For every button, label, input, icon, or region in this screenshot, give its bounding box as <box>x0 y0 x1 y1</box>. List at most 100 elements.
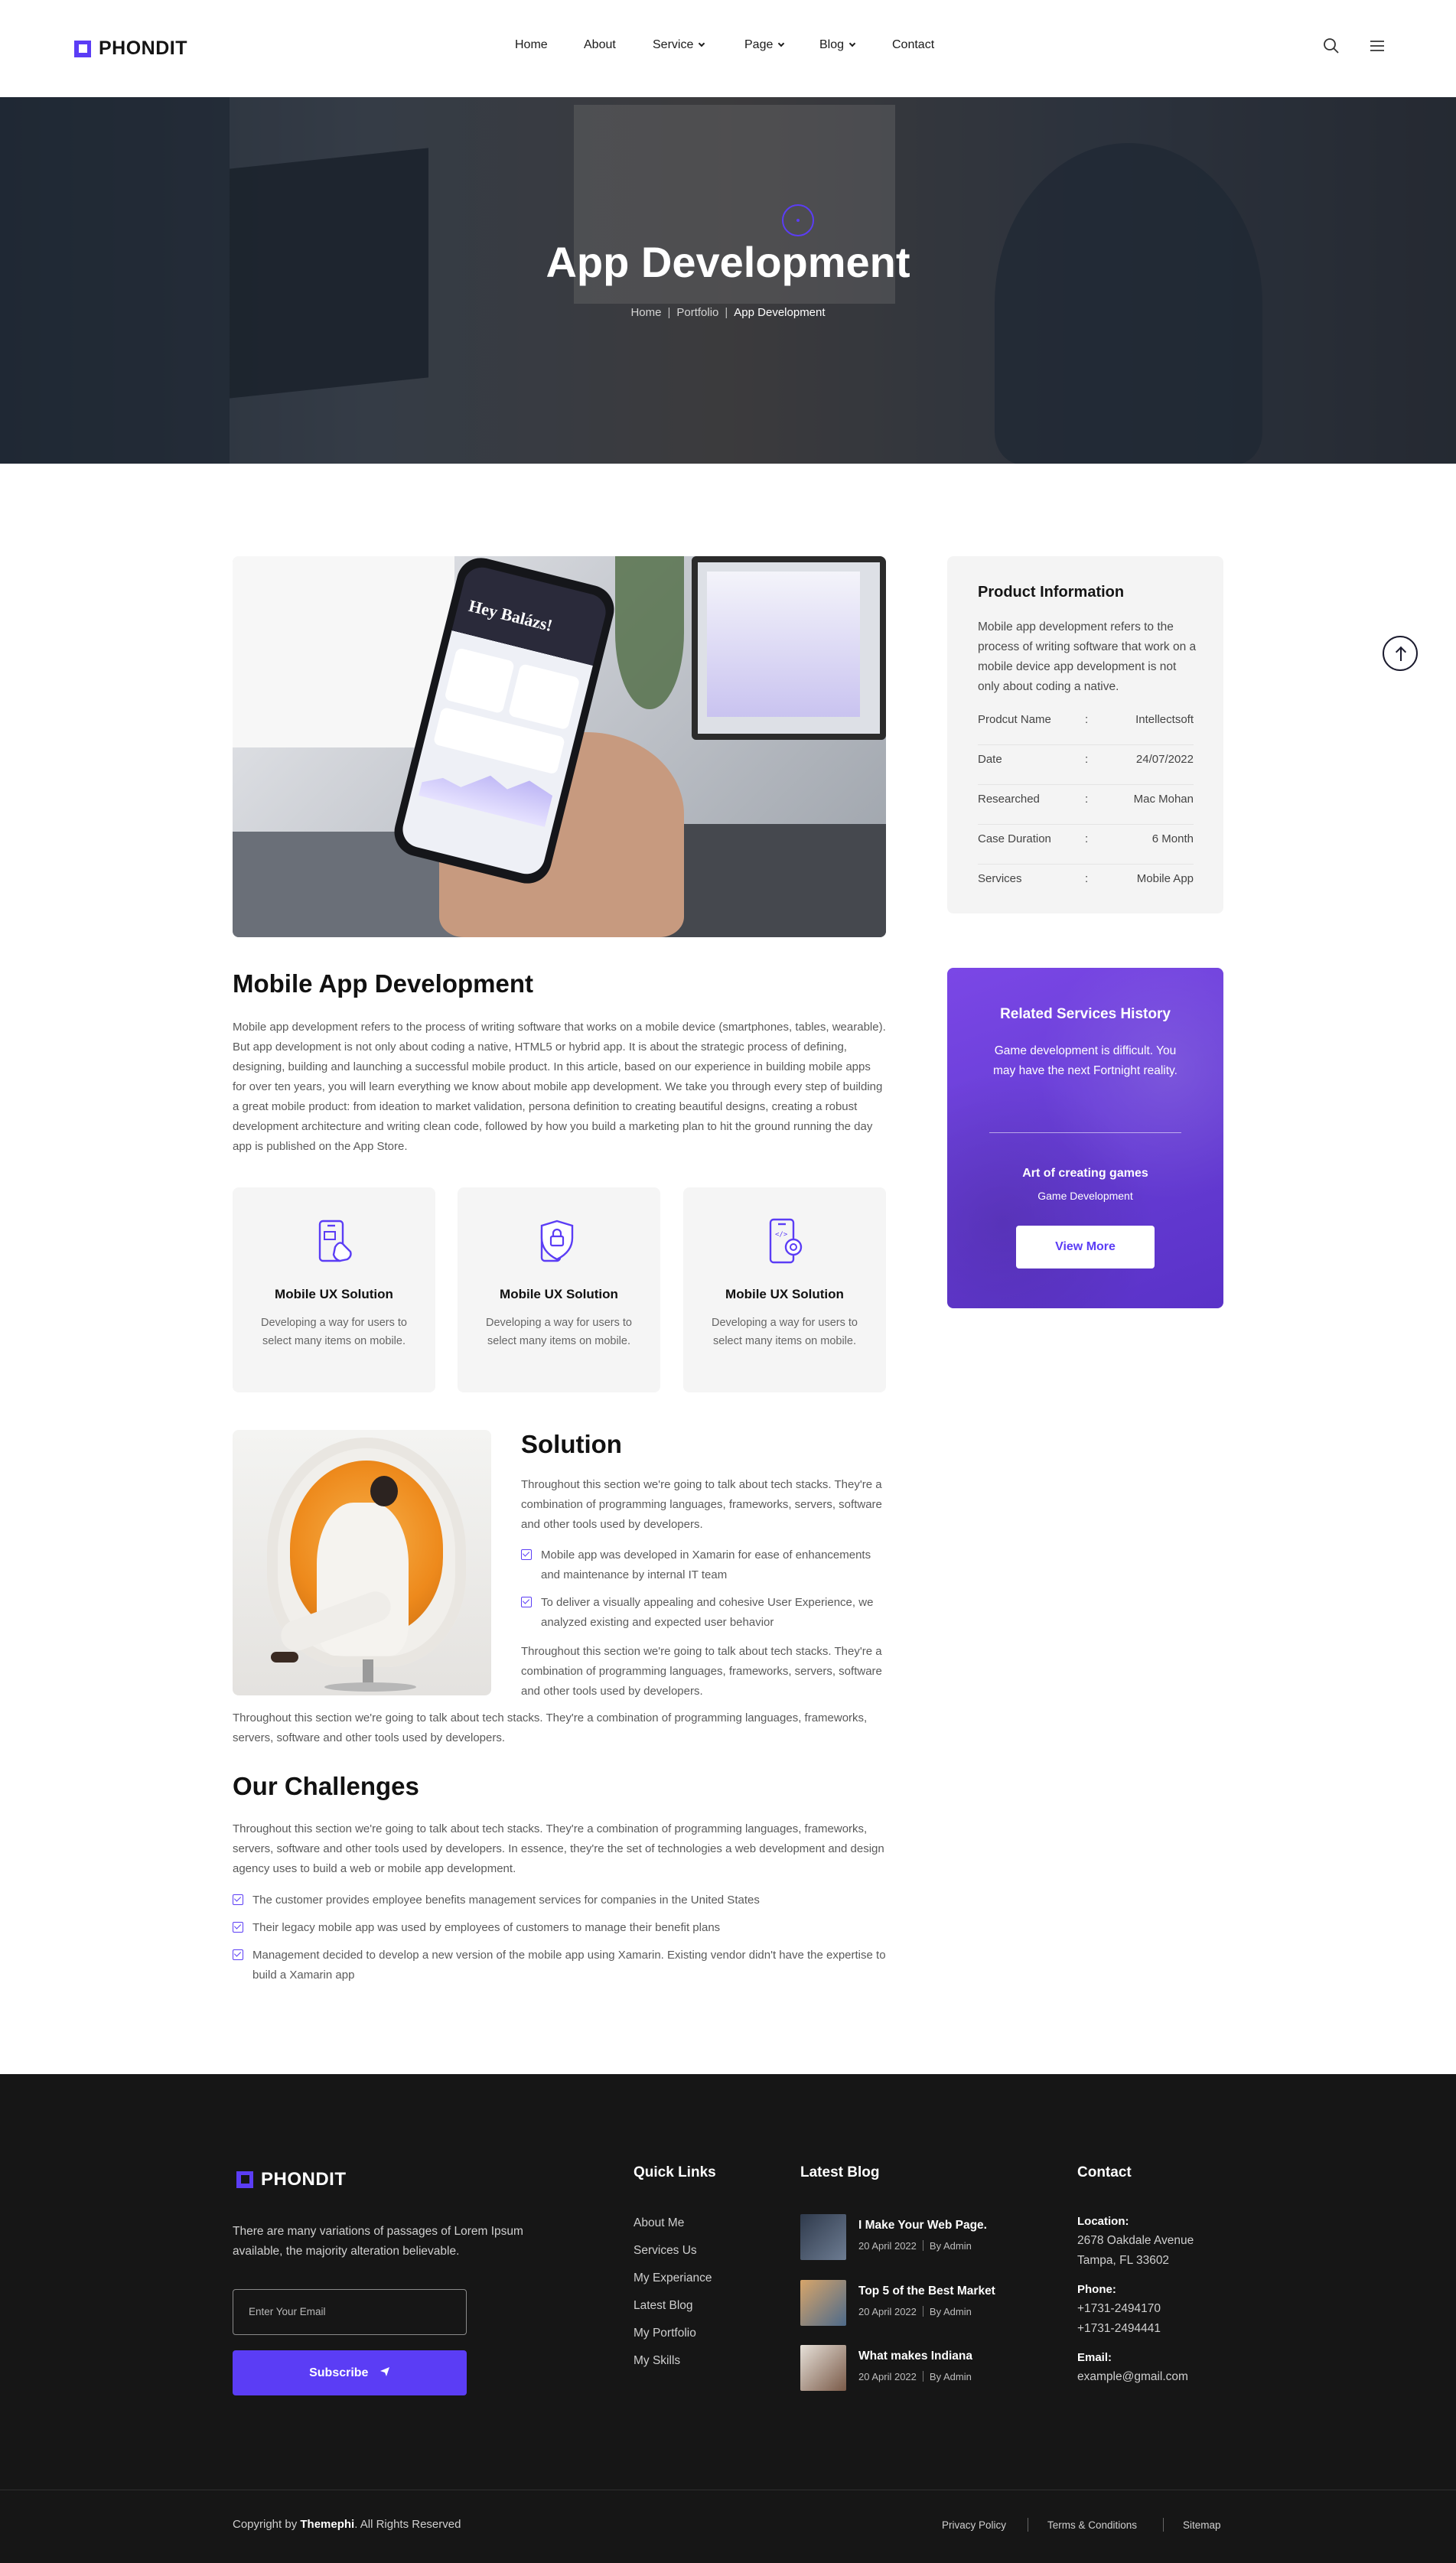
product-info-desc: Mobile app development refers to the pro… <box>978 620 1197 693</box>
info-value: Mobile App <box>1136 872 1194 885</box>
checkbox-icon <box>521 1549 532 1560</box>
mobile-shield-icon <box>540 1220 574 1262</box>
email-address[interactable]: example@gmail.com <box>1077 2367 1188 2387</box>
privacy-policy-link[interactable]: Privacy Policy <box>942 2519 1006 2531</box>
mobile-gear-icon: </> <box>769 1218 803 1264</box>
info-label: Services <box>978 872 1022 885</box>
info-sep: : <box>1085 713 1089 726</box>
scroll-to-top-button[interactable] <box>1383 636 1418 671</box>
footer-link-experience[interactable]: My Experiance <box>634 2272 712 2285</box>
view-more-button[interactable]: View More <box>1016 1226 1155 1268</box>
related-services-card: Related Services History Game developmen… <box>947 968 1223 1308</box>
sitemap-link[interactable]: Sitemap <box>1183 2519 1221 2531</box>
checkbox-icon <box>233 1894 243 1905</box>
info-sep: : <box>1085 793 1089 806</box>
svg-text:</>: </> <box>775 1231 788 1239</box>
footer-logo[interactable]: PHONDIT <box>236 2169 347 2190</box>
location-label: Location: <box>1077 2215 1129 2228</box>
nav-item-page[interactable]: Page <box>744 38 785 52</box>
footer-link-blog[interactable]: Latest Blog <box>634 2299 693 2313</box>
footer-link-services[interactable]: Services Us <box>634 2244 697 2258</box>
blog-thumbnail <box>800 2280 846 2326</box>
feature-title: Mobile UX Solution <box>275 1287 393 1301</box>
breadcrumb-separator: | <box>725 306 728 319</box>
search-icon[interactable] <box>1322 37 1340 55</box>
chevron-down-icon <box>699 40 705 47</box>
check-item: Management decided to develop a new vers… <box>233 1946 886 1985</box>
info-label: Date <box>978 753 1002 766</box>
nav-item-home[interactable]: Home <box>515 38 548 52</box>
blog-meta: 20 April 2022 By Admin <box>858 2240 972 2252</box>
mobile-app-paragraph: Mobile app development refers to the pro… <box>233 1021 886 1153</box>
hero-decor-circle-icon <box>782 204 814 236</box>
subscribe-button[interactable]: Subscribe <box>233 2350 467 2395</box>
copyright-suffix: . All Rights Reserved <box>354 2518 461 2531</box>
info-sep: : <box>1085 753 1089 766</box>
nav-item-about[interactable]: About <box>584 38 616 52</box>
blog-item[interactable]: Top 5 of the Best Market 20 April 2022 By… <box>800 2280 1015 2326</box>
related-subdesc: Game Development <box>1037 1190 1133 1202</box>
solution-paragraph: Throughout this section we're going to t… <box>521 1478 882 1531</box>
contact-title: Contact <box>1077 2164 1132 2180</box>
blog-title[interactable]: What makes Indiana <box>858 2350 972 2363</box>
phone-number[interactable]: +1731-2494170 <box>1077 2299 1161 2319</box>
copyright-prefix: Copyright by <box>233 2518 301 2531</box>
blog-author: By Admin <box>929 2240 972 2252</box>
footer-link-about[interactable]: About Me <box>634 2216 684 2230</box>
breadcrumb-home[interactable]: Home <box>630 306 661 319</box>
info-value: Mac Mohan <box>1133 793 1194 806</box>
nav-item-blog[interactable]: Blog <box>819 38 856 52</box>
check-item: Mobile app was developed in Xamarin for … <box>521 1545 886 1585</box>
subscribe-label: Subscribe <box>309 2366 369 2379</box>
newsletter-email-input[interactable]: Enter Your Email <box>233 2289 467 2335</box>
breadcrumb-portfolio[interactable]: Portfolio <box>676 306 718 319</box>
feature-card[interactable]: Mobile UX Solution Developing a way for … <box>233 1187 435 1392</box>
image-laptop-screen <box>707 572 860 717</box>
feature-desc: Developing a way for users to select man… <box>260 1317 407 1347</box>
blog-title[interactable]: I Make Your Web Page. <box>858 2219 987 2232</box>
brand-logo[interactable]: PHONDIT <box>74 37 187 60</box>
phone-number[interactable]: +1731-2494441 <box>1077 2319 1161 2339</box>
chevron-down-icon <box>849 40 856 47</box>
blog-item[interactable]: I Make Your Web Page. 20 April 2022 By Ad… <box>800 2214 1015 2260</box>
logo-icon <box>74 40 91 57</box>
related-desc: Game development is difficult. You may h… <box>993 1044 1178 1077</box>
site-header: PHONDIT Home About Service Page Blog Con… <box>0 0 1456 97</box>
breadcrumb: Home | Portfolio | App Development <box>0 306 1456 319</box>
image-person-head <box>370 1476 398 1506</box>
feature-desc: Developing a way for users to select man… <box>711 1317 858 1347</box>
site-footer: PHONDIT There are many variations of pas… <box>0 2074 1456 2563</box>
phone-label: Phone: <box>1077 2283 1116 2296</box>
blog-item[interactable]: What makes Indiana 20 April 2022 By Admin <box>800 2345 1015 2391</box>
nav-item-service[interactable]: Service <box>653 38 705 52</box>
feature-card[interactable]: Mobile UX Solution Developing a way for … <box>458 1187 660 1392</box>
check-text: Mobile app was developed in Xamarin for … <box>541 1549 871 1581</box>
image-shoe <box>271 1652 298 1663</box>
checkbox-icon <box>233 1949 243 1960</box>
blog-title[interactable]: Top 5 of the Best Market <box>858 2285 995 2298</box>
footer-link-skills[interactable]: My Skills <box>634 2354 680 2368</box>
phone-greeting: Hey Balázs! <box>467 595 555 636</box>
info-sep: : <box>1085 832 1089 845</box>
email-label: Email: <box>1077 2351 1112 2364</box>
check-text: Their legacy mobile app was used by empl… <box>252 1921 721 1934</box>
nav-item-contact[interactable]: Contact <box>892 38 934 52</box>
quick-links-title: Quick Links <box>634 2164 716 2180</box>
solution-paragraph: Throughout this section we're going to t… <box>521 1645 882 1698</box>
info-value: 6 Month <box>1151 832 1194 845</box>
copyright-brand[interactable]: Themephi <box>300 2518 354 2531</box>
feature-card[interactable]: </> Mobile UX Solution Developing a way … <box>683 1187 886 1392</box>
mobile-touch-icon <box>318 1220 352 1262</box>
footer-description: There are many variations of passages of… <box>233 2225 523 2258</box>
check-item: To deliver a visually appealing and cohe… <box>521 1593 886 1633</box>
info-row: Date : 24/07/2022 <box>978 753 1194 785</box>
breadcrumb-current: App Development <box>734 306 826 319</box>
footer-link-portfolio[interactable]: My Portfolio <box>634 2327 696 2340</box>
send-icon <box>379 2367 389 2376</box>
terms-link[interactable]: Terms & Conditions <box>1047 2519 1137 2531</box>
check-text: Management decided to develop a new vers… <box>252 1949 886 1982</box>
image-plant <box>615 556 684 709</box>
menu-icon[interactable] <box>1368 37 1386 55</box>
info-value: 24/07/2022 <box>1135 753 1194 766</box>
breadcrumb-separator: | <box>667 306 671 319</box>
